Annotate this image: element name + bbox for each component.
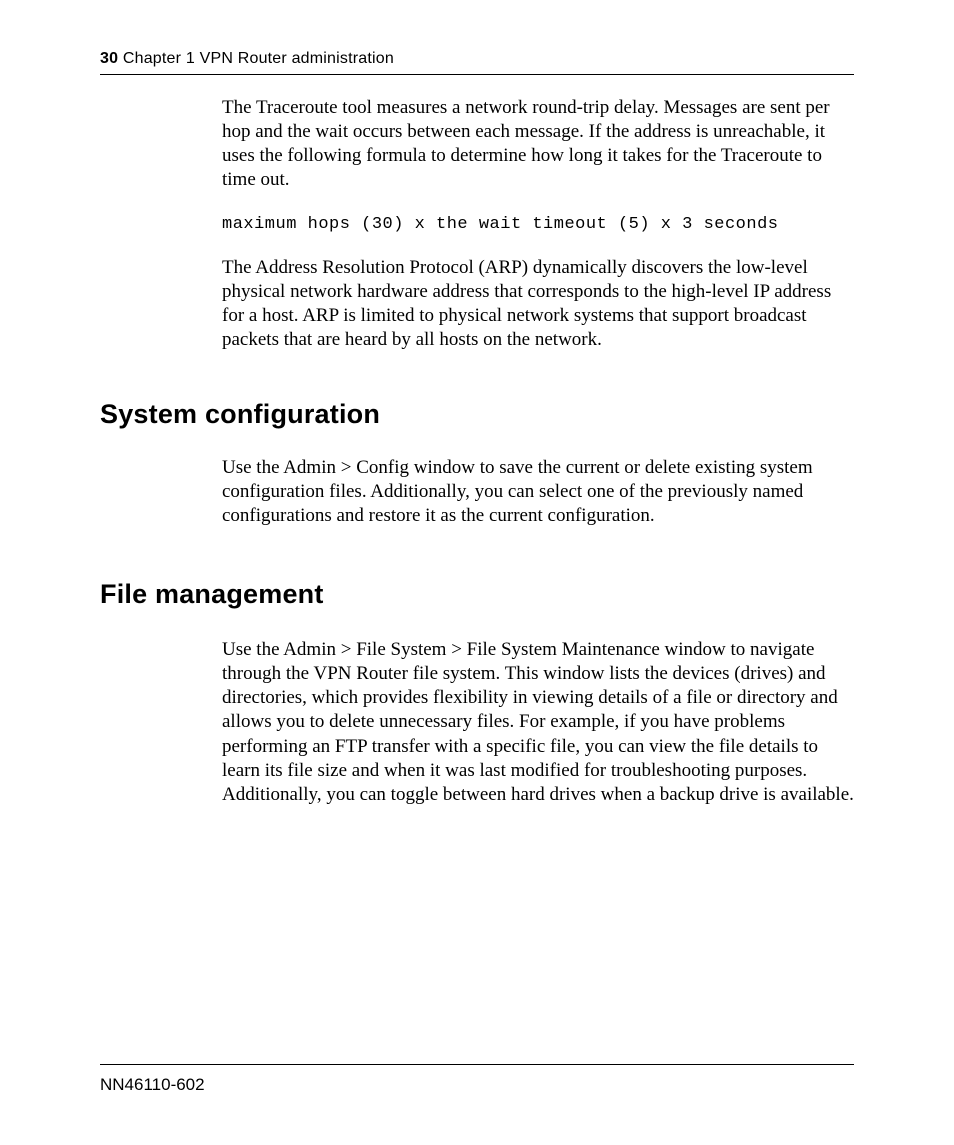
paragraph-filemgmt: Use the Admin > File System > File Syste… (222, 638, 854, 807)
page-footer: NN46110-602 (100, 1064, 854, 1095)
code-formula: maximum hops (30) x the wait timeout (5)… (222, 215, 854, 234)
doc-number: NN46110-602 (100, 1075, 854, 1095)
header-rule (100, 74, 854, 75)
file-management-body: Use the Admin > File System > File Syste… (222, 638, 854, 829)
heading-system-configuration: System configuration (100, 399, 380, 430)
page-header: 30 Chapter 1 VPN Router administration (100, 50, 854, 83)
chapter-title: Chapter 1 VPN Router administration (123, 50, 394, 67)
heading-file-management: File management (100, 579, 324, 610)
intro-block: The Traceroute tool measures a network r… (222, 96, 854, 374)
paragraph-arp: The Address Resolution Protocol (ARP) dy… (222, 256, 854, 353)
paragraph-traceroute: The Traceroute tool measures a network r… (222, 96, 854, 193)
page-number: 30 (100, 50, 118, 67)
footer-rule (100, 1064, 854, 1065)
paragraph-sysconf: Use the Admin > Config window to save th… (222, 456, 854, 528)
page: 30 Chapter 1 VPN Router administration T… (0, 0, 954, 1145)
system-configuration-body: Use the Admin > Config window to save th… (222, 456, 854, 550)
running-head: 30 Chapter 1 VPN Router administration (100, 50, 854, 68)
